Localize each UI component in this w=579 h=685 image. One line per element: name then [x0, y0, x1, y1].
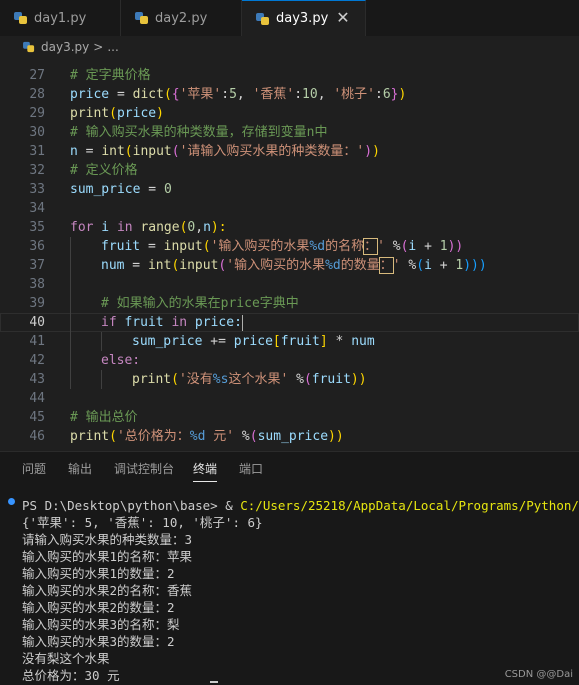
- code-line: 43 print('没有%s这个水果' %(fruit)): [0, 370, 579, 389]
- line-number: 46: [29, 429, 45, 444]
- code-line: 45 # 输出总价: [0, 408, 579, 427]
- command-status-icon[interactable]: [8, 498, 15, 505]
- close-icon[interactable]: ✕: [335, 10, 351, 26]
- code-line: 44: [0, 389, 579, 408]
- line-number: 31: [29, 144, 45, 159]
- code-line: 30 # 输入购买水果的种类数量，存储到变量n中: [0, 123, 579, 142]
- terminal-line: {'苹果': 5, '香蕉': 10, '桃子': 6}: [22, 515, 263, 530]
- code-line-current: 40 if fruit in price:: [0, 313, 579, 332]
- terminal-line: 输入购买的水果2的数量：2: [22, 600, 175, 615]
- code-line: 46 print('总价格为：%d 元' %(sum_price)): [0, 427, 579, 446]
- code-line: 42 else:: [0, 351, 579, 370]
- line-number: 37: [29, 258, 45, 273]
- line-number: 42: [29, 353, 45, 368]
- python-file-icon: [256, 12, 270, 25]
- panel-tab-bar: 问题 输出 调试控制台 终端 端口: [0, 451, 579, 485]
- line-number: 35: [29, 220, 45, 235]
- indent-guide: [70, 351, 71, 370]
- code-line: 39 # 如果输入的水果在price字典中: [0, 294, 579, 313]
- python-file-icon: [23, 41, 35, 53]
- line-number: 29: [29, 106, 45, 121]
- line-number: 41: [29, 334, 45, 349]
- code-line: 31 n = int(input('请输入购买水果的种类数量：')): [0, 142, 579, 161]
- line-number: 44: [29, 391, 45, 406]
- terminal-line: 输入购买的水果3的名称：梨: [22, 617, 180, 632]
- line-number: 34: [29, 201, 45, 216]
- line-number: 45: [29, 410, 45, 425]
- python-file-icon: [135, 12, 149, 24]
- code-line: 36 fruit = input('输入购买的水果%d的名称：' %(i + 1)…: [0, 237, 579, 256]
- code-line: 37 num = int(input('输入购买的水果%d的数量：' %(i + …: [0, 256, 579, 275]
- terminal-line: 没有梨这个水果: [22, 651, 110, 666]
- tab-terminal[interactable]: 终端: [193, 460, 218, 482]
- tab-problems[interactable]: 问题: [22, 460, 46, 477]
- indent-guide: [70, 256, 71, 275]
- line-number: 28: [29, 87, 45, 102]
- code-line: 32 # 定义价格: [0, 161, 579, 180]
- terminal-line: 输入购买的水果1的名称：苹果: [22, 549, 193, 564]
- line-number: 36: [29, 239, 45, 254]
- tab-label: day1.py: [34, 10, 87, 26]
- line-number: 30: [29, 125, 45, 140]
- tab-debug-console[interactable]: 调试控制台: [114, 460, 174, 477]
- text-cursor: [241, 314, 243, 331]
- code-line: 27 # 定字典价格: [0, 66, 579, 85]
- breadcrumb-symbols[interactable]: ...: [107, 40, 118, 54]
- code-line: 35 for i in range(0,n):: [0, 218, 579, 237]
- indent-guide: [70, 294, 71, 313]
- terminal[interactable]: PS D:\Desktop\python\base> & C:/Users/25…: [0, 485, 579, 685]
- terminal-line: 总价格为：30 元: [22, 668, 120, 683]
- code-line: 38: [0, 275, 579, 294]
- terminal-line: 请输入购买水果的种类数量：3: [22, 532, 193, 547]
- line-number: 38: [29, 277, 45, 292]
- indent-guide: [101, 332, 102, 351]
- breadcrumb: day3.py > ...: [0, 36, 579, 58]
- line-number: 43: [29, 372, 45, 387]
- line-number: 32: [29, 163, 45, 178]
- code-line: 29 print(price): [0, 104, 579, 123]
- indent-guide: [101, 370, 102, 389]
- python-file-icon: [14, 12, 28, 24]
- terminal-line: 输入购买的水果3的数量：2: [22, 634, 175, 649]
- code-line: 41 sum_price += price[fruit] * num: [0, 332, 579, 351]
- tab-day2[interactable]: day2.py: [121, 0, 242, 36]
- line-number: 27: [29, 68, 45, 83]
- watermark: CSDN @@Dai: [504, 669, 573, 680]
- code-line: 34: [0, 199, 579, 218]
- terminal-prompt-line: PS D:\Desktop\python\base> & C:/Users/25…: [22, 498, 579, 513]
- indent-guide: [70, 313, 71, 332]
- tab-label: day2.py: [155, 10, 208, 26]
- terminal-line: 输入购买的水果2的名称：香蕉: [22, 583, 193, 598]
- tab-label: day3.py: [276, 11, 329, 26]
- indent-guide: [70, 332, 71, 351]
- indent-guide: [70, 370, 71, 389]
- breadcrumb-separator: >: [93, 40, 104, 54]
- line-number: 39: [29, 296, 45, 311]
- indent-guide: [70, 275, 71, 294]
- indent-guide: [70, 237, 71, 256]
- line-number: 40: [29, 315, 45, 330]
- line-number: 33: [29, 182, 45, 197]
- terminal-line: 输入购买的水果1的数量：2: [22, 566, 175, 581]
- terminal-cursor: [210, 681, 218, 683]
- tab-day1[interactable]: day1.py: [0, 0, 121, 36]
- tab-output[interactable]: 输出: [68, 460, 92, 477]
- code-line: 28 price = dict({'苹果':5, '香蕉':10, '桃子':6}…: [0, 85, 579, 104]
- code-line: 33 sum_price = 0: [0, 180, 579, 199]
- tab-ports[interactable]: 端口: [239, 460, 263, 477]
- breadcrumb-file[interactable]: day3.py: [41, 40, 89, 54]
- editor-tab-bar: day1.py day2.py day3.py ✕: [0, 0, 579, 36]
- tab-day3[interactable]: day3.py ✕: [242, 0, 366, 36]
- code-editor[interactable]: 27 # 定字典价格 28 price = dict({'苹果':5, '香蕉':1…: [0, 58, 579, 451]
